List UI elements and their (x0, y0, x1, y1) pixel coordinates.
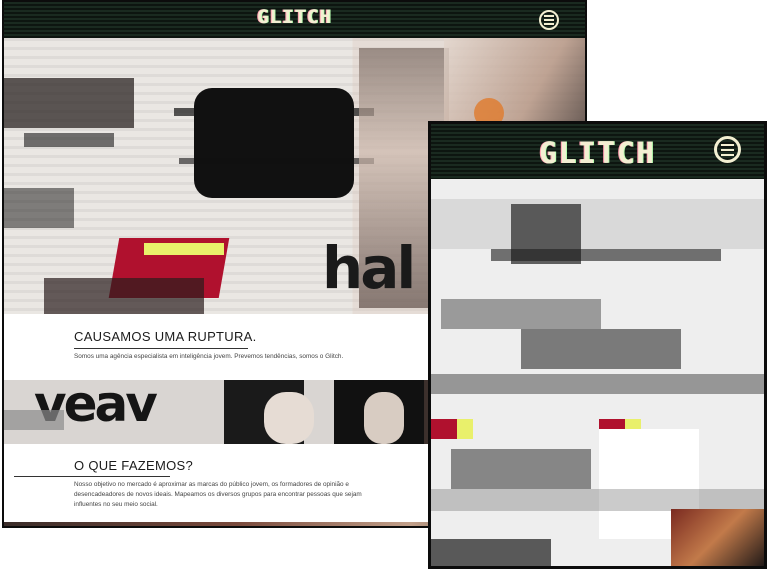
top-navbar: GLITCH (4, 2, 585, 38)
mobile-glitch-image (431, 179, 764, 566)
section-title-rupture: CAUSAMOS UMA RUPTURA. (74, 329, 257, 344)
hamburger-menu-icon[interactable] (539, 10, 559, 30)
title-divider (14, 476, 170, 477)
glitch-logo[interactable]: GLITCH (4, 6, 585, 28)
mobile-mockup: GLITCH (428, 121, 767, 569)
mobile-top-navbar: GLITCH (431, 124, 764, 179)
section-text-what: Nosso objetivo no mercado é aproximar as… (74, 481, 362, 508)
title-divider (74, 348, 248, 349)
hamburger-menu-icon[interactable] (714, 136, 741, 163)
hero-glitch-word: hal (322, 234, 416, 302)
section-title-what: O QUE FAZEMOS? (74, 458, 194, 473)
